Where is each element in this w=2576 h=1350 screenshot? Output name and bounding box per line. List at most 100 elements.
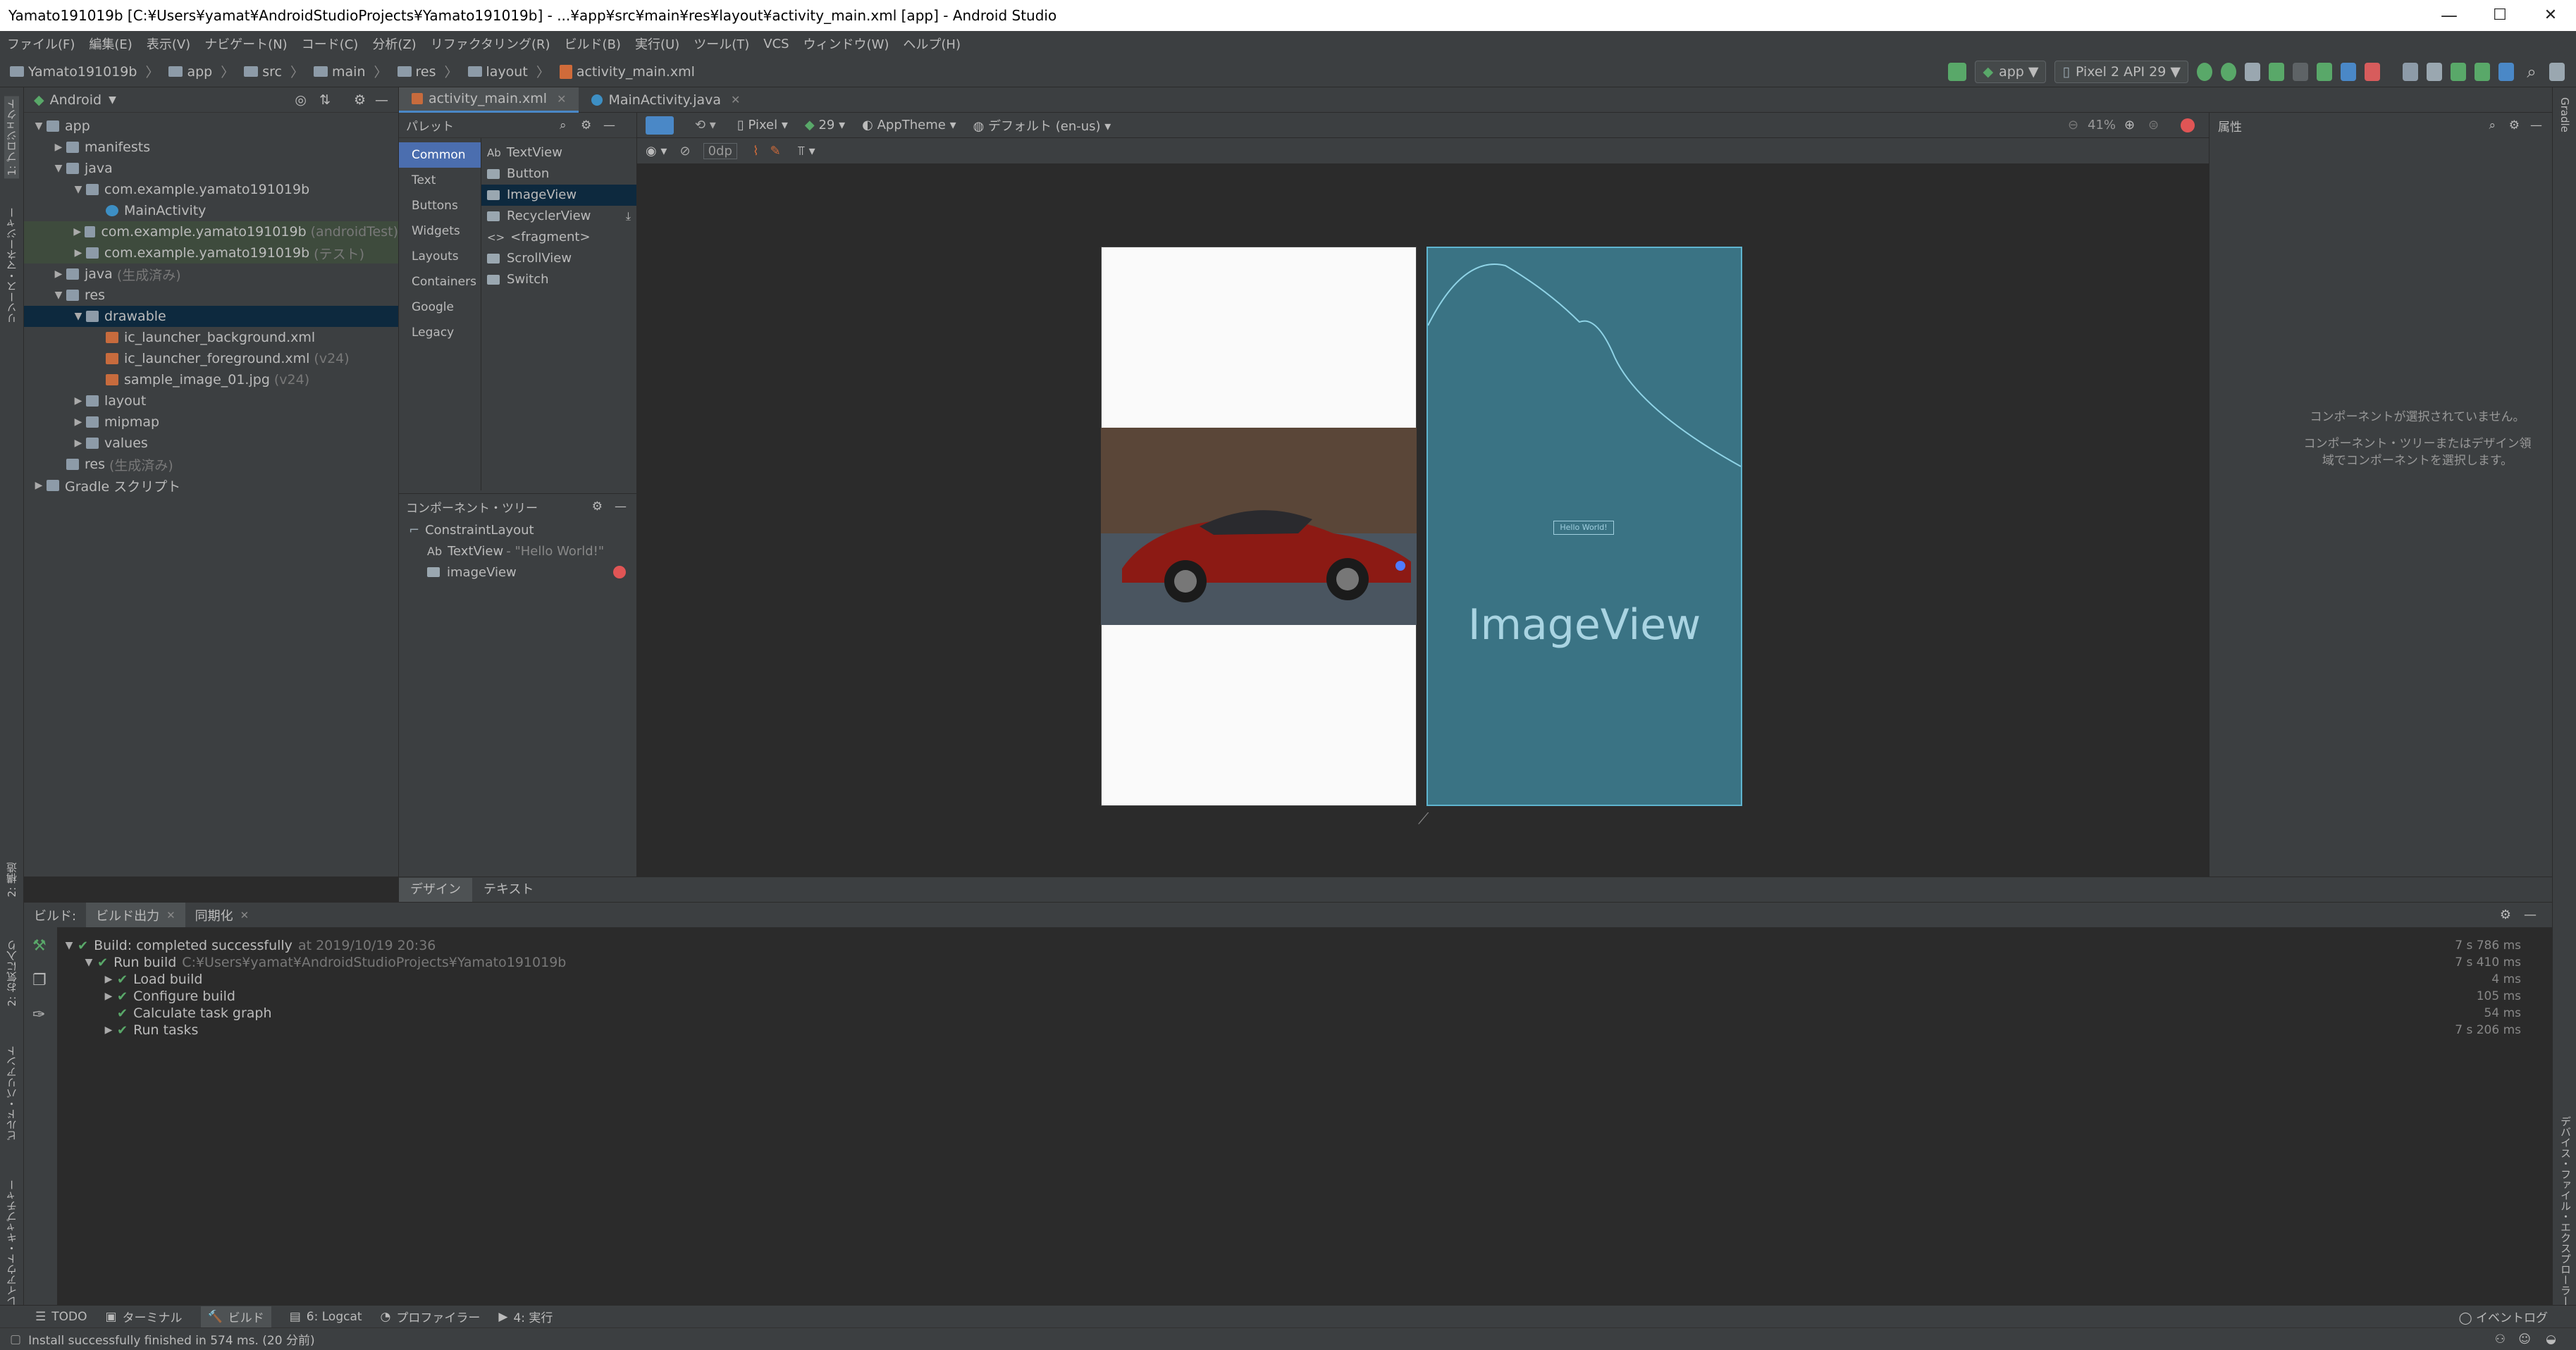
user-icon[interactable] — [2549, 63, 2565, 81]
layers-icon[interactable] — [646, 116, 674, 135]
expand-right-icon[interactable]: ▶ — [51, 268, 66, 280]
error-icon[interactable] — [2181, 118, 2195, 132]
hide-icon[interactable]: — — [2530, 118, 2542, 132]
device-file-explorer-tool-tab[interactable]: デバイス・ファイル・エクスプローラー — [2558, 1116, 2573, 1306]
align-icon[interactable]: ⫪ ▾ — [798, 144, 815, 159]
menu-item[interactable]: ファイル(F) — [7, 35, 75, 53]
stop-icon[interactable] — [2365, 63, 2380, 81]
hide-icon[interactable]: — — [615, 500, 627, 514]
close-button[interactable]: ✕ — [2517, 0, 2576, 31]
error-icon[interactable] — [613, 566, 626, 578]
build-tree-row[interactable]: ▼ ✔ Run build C:¥Users¥yamat¥AndroidStudioP… — [80, 954, 567, 971]
notifications-icon[interactable]: ◒ — [2546, 1332, 2556, 1346]
expand-right-icon[interactable]: ▶ — [100, 991, 117, 1002]
eye-icon[interactable]: ◉ ▾ — [646, 144, 667, 159]
editor-tab[interactable]: MainActivity.java ✕ — [579, 87, 753, 113]
project-tree-item[interactable]: ▼ app — [24, 116, 398, 137]
project-tree-item[interactable]: ▶ Gradle スクリプト — [24, 475, 398, 496]
menu-item[interactable]: ヘルプ(H) — [903, 35, 961, 53]
bottom-tool-tab[interactable]: 🔨 ビルド — [200, 1306, 271, 1327]
locale-picker[interactable]: ◍ デフォルト (en-us) ▾ — [973, 116, 1111, 135]
copy-icon[interactable]: ❐ — [32, 972, 57, 989]
breadcrumb-item[interactable]: main 〉 — [314, 62, 388, 81]
apply-code-changes-icon[interactable] — [2221, 63, 2236, 81]
event-log-tab[interactable]: ◯ イベントログ — [2459, 1308, 2548, 1325]
menu-item[interactable]: リファクタリング(R) — [431, 35, 550, 53]
expand-right-icon[interactable]: ▶ — [70, 247, 86, 259]
design-mode-tab[interactable]: デザイン — [399, 877, 472, 902]
expand-down-icon[interactable]: ▼ — [31, 120, 47, 132]
bottom-tool-tab[interactable]: ☰ TODO — [35, 1310, 87, 1324]
build-tab[interactable]: 同期化 ✕ — [185, 903, 259, 928]
expand-right-icon[interactable]: ▶ — [51, 142, 66, 153]
breadcrumb-item[interactable]: layout 〉 — [467, 62, 550, 81]
gear-icon[interactable]: ⚙ — [2500, 908, 2511, 922]
breadcrumb-item[interactable]: src 〉 — [244, 62, 304, 81]
palette-item[interactable]: ImageView — [481, 185, 636, 206]
project-tree-item[interactable]: ▶ com.example.yamato191019b (テスト) — [24, 242, 398, 264]
palette-category[interactable]: Text — [399, 168, 481, 193]
palette-category[interactable]: Legacy — [399, 320, 481, 345]
zoom-fit-icon[interactable]: ⊜ — [2148, 118, 2159, 132]
palette-item[interactable]: Button — [481, 163, 636, 185]
inspector-icon[interactable]: ☺ — [2518, 1332, 2531, 1346]
project-tree-item[interactable]: ▶ values — [24, 433, 398, 454]
menu-item[interactable]: 表示(V) — [147, 35, 190, 53]
structure-tool-tab[interactable]: 2: 構造 — [4, 862, 19, 897]
build-tree-row[interactable]: ▼ ✔ Build: completed successfully at 2019/1… — [61, 937, 436, 954]
sync-gradle-icon[interactable] — [2475, 63, 2490, 81]
clear-constraints-icon[interactable]: ⌇ — [753, 144, 759, 159]
blueprint-surface[interactable]: Hello World! ImageView — [1426, 247, 1742, 806]
build-tree-row[interactable]: ▶ ✔ Run tasks — [100, 1022, 199, 1039]
rerun-icon[interactable] — [2245, 63, 2260, 81]
project-structure-icon[interactable] — [2403, 63, 2418, 81]
close-tab-icon[interactable]: ✕ — [557, 92, 566, 106]
theme-picker[interactable]: ◐ AppTheme ▾ — [862, 118, 956, 132]
build-tree-row[interactable]: ✔ Calculate task graph — [100, 1005, 272, 1022]
palette-item[interactable]: ScrollView — [481, 248, 636, 269]
gear-icon[interactable]: ⚙ — [2509, 118, 2520, 132]
attach-debugger-icon[interactable] — [2341, 63, 2356, 81]
hammer-icon[interactable]: ⚒ — [32, 937, 57, 955]
palette-category[interactable]: Widgets — [399, 218, 481, 244]
avd-manager-icon[interactable] — [2451, 63, 2466, 81]
palette-item[interactable]: <> <fragment> — [481, 227, 636, 248]
coverage-icon[interactable] — [2293, 63, 2308, 81]
project-tree-item[interactable]: ▶ mipmap — [24, 411, 398, 433]
expand-right-icon[interactable]: ▶ — [100, 1024, 117, 1036]
favorites-tool-tab[interactable]: 2: お気に入り — [4, 940, 19, 1006]
expand-down-icon[interactable]: ▼ — [70, 311, 86, 322]
project-tool-tab[interactable]: 1: プロジェクト — [4, 96, 19, 179]
build-tree-row[interactable]: ▶ ✔ Configure build — [100, 988, 235, 1005]
resource-manager-tool-tab[interactable]: リソース・マネージャー — [4, 207, 19, 323]
expand-down-icon[interactable]: ▼ — [80, 957, 97, 968]
project-tree-item[interactable]: ▼ com.example.yamato191019b — [24, 179, 398, 200]
project-tree-item[interactable]: ▼ res — [24, 285, 398, 306]
breadcrumb-item[interactable]: res 〉 — [397, 62, 458, 81]
layout-inspector-icon[interactable] — [2498, 63, 2514, 81]
zoom-out-icon[interactable]: ⊖ — [2068, 118, 2078, 132]
collapse-icon[interactable]: ⇅ — [319, 92, 331, 108]
expand-right-icon[interactable]: ▶ — [70, 395, 86, 407]
hammer-icon[interactable] — [1948, 63, 1967, 81]
close-tab-icon[interactable]: ✕ — [240, 909, 249, 922]
hide-icon[interactable]: — — [603, 118, 615, 132]
run-config-select[interactable]: ◆ app ▼ — [1975, 61, 2047, 83]
project-tree-item[interactable]: ic_launcher_background.xml — [24, 327, 398, 348]
tree-node-imageview[interactable]: imageView — [399, 562, 636, 583]
palette-category[interactable]: Google — [399, 295, 481, 320]
locate-icon[interactable]: ◎ — [295, 92, 307, 108]
menu-item[interactable]: ナビゲート(N) — [204, 35, 288, 53]
hide-icon[interactable]: — — [375, 92, 388, 108]
project-tree-item[interactable]: ▼ drawable — [24, 306, 398, 327]
build-tree-row[interactable]: ▶ ✔ Load build — [100, 971, 203, 988]
menu-item[interactable]: ツール(T) — [694, 35, 749, 53]
gradle-tool-tab[interactable]: Gradle — [2558, 97, 2571, 132]
build-tab[interactable]: ビルド出力 ✕ — [86, 902, 185, 928]
expand-right-icon[interactable]: ▶ — [70, 438, 86, 449]
menu-item[interactable]: ビルド(B) — [565, 35, 621, 53]
search-icon[interactable]: ⌕ — [2522, 63, 2541, 81]
palette-category[interactable]: Buttons — [399, 193, 481, 218]
debug-icon[interactable] — [2269, 63, 2284, 81]
api-picker[interactable]: ◆ 29 ▾ — [805, 118, 845, 132]
